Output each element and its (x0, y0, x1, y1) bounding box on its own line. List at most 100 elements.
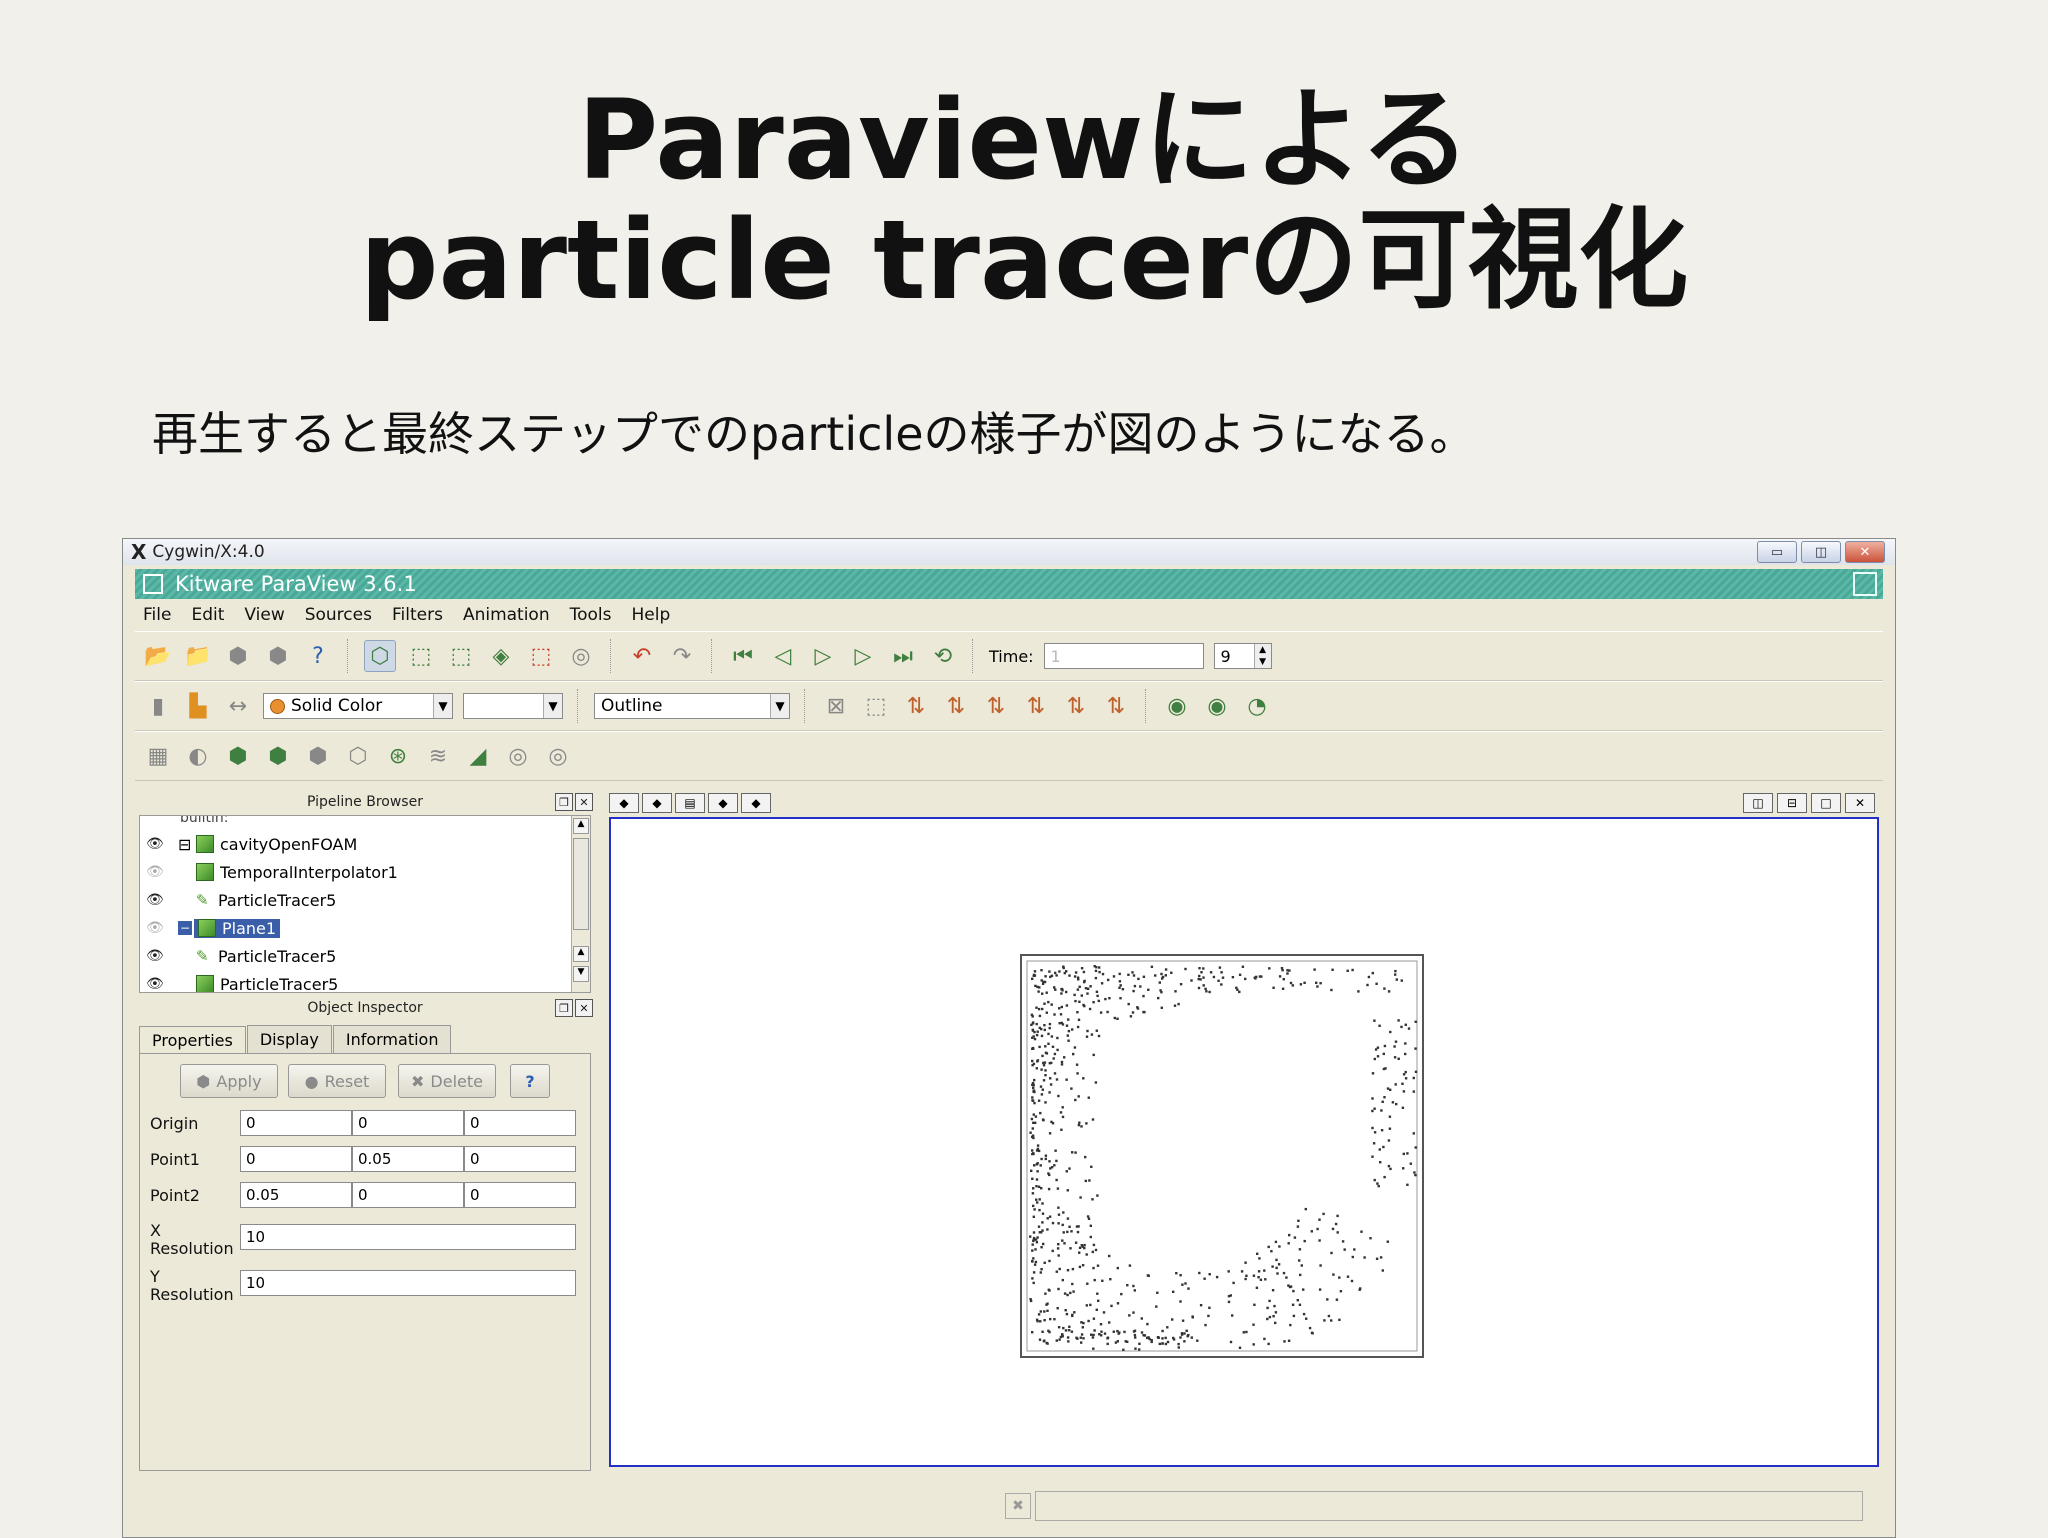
undo-icon[interactable]: ↶ (627, 641, 657, 671)
split-vertical-icon[interactable]: ⊟ (1777, 793, 1807, 813)
tree-item-particletracer-2[interactable]: 👁 ✎ ParticleTracer5 (140, 942, 560, 970)
spin-arrows-icon[interactable]: ▲ ▼ (1253, 644, 1271, 668)
minimize-button[interactable]: ▭ (1757, 541, 1797, 563)
rescale-range-icon[interactable]: ↔ (223, 691, 253, 721)
zoom-to-box-icon[interactable]: ⬚ (861, 691, 891, 721)
y-resolution-input[interactable]: 10 (240, 1270, 576, 1296)
menu-sources[interactable]: Sources (305, 605, 372, 625)
show-center-icon[interactable]: ◉ (1162, 691, 1192, 721)
eye-icon[interactable]: 👁 (146, 948, 164, 964)
help-button[interactable]: ? (510, 1064, 550, 1098)
point2-x-input[interactable]: 0.05 (240, 1182, 352, 1208)
status-close-icon[interactable]: ✖ (1005, 1493, 1031, 1519)
select-cells-icon[interactable]: ⬚ (406, 641, 436, 671)
play-icon[interactable]: ▷ (808, 641, 838, 671)
eye-icon[interactable]: 👁 (146, 892, 164, 908)
help-icon[interactable]: ? (303, 641, 333, 671)
collapse-icon[interactable]: ⊟ (178, 835, 191, 854)
next-frame-icon[interactable]: ▷ (848, 641, 878, 671)
paraview-window-icon[interactable] (143, 574, 163, 594)
calculator-icon[interactable]: ▦ (143, 741, 173, 771)
lookmark-icon[interactable]: ◆ (642, 793, 672, 813)
view-plus-x-icon[interactable]: ⇅ (901, 691, 931, 721)
menu-edit[interactable]: Edit (191, 605, 224, 625)
view-plus-z-icon[interactable]: ⇅ (1061, 691, 1091, 721)
save-data-icon[interactable]: 📁 (183, 641, 213, 671)
scroll-up-icon[interactable]: ▲ (573, 946, 589, 962)
close-icon[interactable]: ✕ (575, 999, 593, 1017)
tree-item-particletracer[interactable]: 👁 ✎ ParticleTracer5 (140, 886, 560, 914)
menu-help[interactable]: Help (632, 605, 671, 625)
reset-center-icon[interactable]: ◉ (1202, 691, 1232, 721)
tree-item-cavityopenfoam[interactable]: 👁 ⊟ cavityOpenFOAM (140, 830, 560, 858)
glyph-icon[interactable]: ⊛ (383, 741, 413, 771)
tree-item-plane1[interactable]: 👁 − Plane1 (140, 914, 560, 942)
eye-icon[interactable]: 👁 (146, 864, 164, 880)
pipeline-scrollbar[interactable]: ▲ ▲ ▼ (571, 816, 590, 992)
view-minus-y-icon[interactable]: ⇅ (1021, 691, 1051, 721)
reset-button[interactable]: ● Reset (288, 1064, 386, 1098)
warp-vector-icon[interactable]: ◢ (463, 741, 493, 771)
eye-icon[interactable]: 👁 (146, 920, 164, 936)
apply-button[interactable]: ⬢ Apply (180, 1064, 278, 1098)
tree-item-temporalinterpolator[interactable]: 👁 TemporalInterpolator1 (140, 858, 560, 886)
scroll-up-icon[interactable]: ▲ (573, 818, 589, 834)
origin-y-input[interactable]: 0 (352, 1110, 464, 1136)
time-input[interactable]: 1 (1043, 643, 1204, 669)
tab-information[interactable]: Information (332, 1025, 452, 1053)
last-frame-icon[interactable]: ⏭ (888, 641, 918, 671)
point1-x-input[interactable]: 0 (240, 1146, 352, 1172)
eye-icon[interactable]: 👁 (146, 836, 164, 852)
component-select[interactable]: ▼ (463, 693, 563, 719)
view-plus-y-icon[interactable]: ⇅ (981, 691, 1011, 721)
scroll-thumb[interactable] (573, 838, 589, 930)
pick-center-icon[interactable]: ◔ (1242, 691, 1272, 721)
float-icon[interactable]: ❐ (555, 793, 573, 811)
window-maximize-icon[interactable] (1853, 572, 1877, 596)
select-frustum-icon[interactable]: ◈ (486, 641, 516, 671)
extract-subset-icon[interactable]: ⬡ (343, 741, 373, 771)
select-points-icon[interactable]: ⬚ (446, 641, 476, 671)
view-minus-z-icon[interactable]: ⇅ (1101, 691, 1131, 721)
interact-icon[interactable]: ⬡ (364, 640, 396, 672)
delete-button[interactable]: ✖ Delete (398, 1064, 496, 1098)
select-block-icon[interactable]: ◎ (566, 641, 596, 671)
extract-level-icon[interactable]: ◎ (543, 741, 573, 771)
view-settings-icon[interactable]: ▤ (675, 793, 705, 813)
color-bar-icon[interactable]: ▮ (143, 691, 173, 721)
split-horizontal-icon[interactable]: ◫ (1743, 793, 1773, 813)
representation-select[interactable]: Outline ▼ (594, 693, 790, 719)
menu-tools[interactable]: Tools (570, 605, 612, 625)
color-mode-select[interactable]: Solid Color ▼ (263, 693, 453, 719)
screenshot-icon[interactable]: ◆ (708, 793, 738, 813)
camera-icon[interactable]: ◆ (609, 793, 639, 813)
origin-z-input[interactable]: 0 (464, 1110, 576, 1136)
group-datasets-icon[interactable]: ◎ (503, 741, 533, 771)
menu-view[interactable]: View (244, 605, 284, 625)
redo-icon[interactable]: ↷ (667, 641, 697, 671)
disconnect-icon[interactable]: ⬢ (263, 641, 293, 671)
point2-z-input[interactable]: 0 (464, 1182, 576, 1208)
close-view-icon[interactable]: ✕ (1845, 793, 1875, 813)
edit-colormap-icon[interactable]: ▙ (183, 691, 213, 721)
point2-y-input[interactable]: 0 (352, 1182, 464, 1208)
first-frame-icon[interactable]: ⏮ (728, 641, 758, 671)
point1-z-input[interactable]: 0 (464, 1146, 576, 1172)
time-step-spinbox[interactable]: 9 ▲ ▼ (1213, 643, 1272, 669)
maximize-button[interactable]: ◫ (1801, 541, 1841, 563)
origin-x-input[interactable]: 0 (240, 1110, 352, 1136)
close-icon[interactable]: ✕ (575, 793, 593, 811)
close-button[interactable]: ✕ (1845, 541, 1885, 563)
menu-file[interactable]: File (143, 605, 171, 625)
clip-icon[interactable]: ⬢ (223, 741, 253, 771)
stream-tracer-icon[interactable]: ≋ (423, 741, 453, 771)
render-view[interactable] (609, 817, 1879, 1467)
reset-camera-icon[interactable]: ⊠ (821, 691, 851, 721)
contour-icon[interactable]: ◐ (183, 741, 213, 771)
view-minus-x-icon[interactable]: ⇅ (941, 691, 971, 721)
slice-icon[interactable]: ⬢ (263, 741, 293, 771)
point1-y-input[interactable]: 0.05 (352, 1146, 464, 1172)
menu-filters[interactable]: Filters (392, 605, 443, 625)
x-resolution-input[interactable]: 10 (240, 1224, 576, 1250)
eye-icon[interactable]: 👁 (146, 976, 164, 992)
